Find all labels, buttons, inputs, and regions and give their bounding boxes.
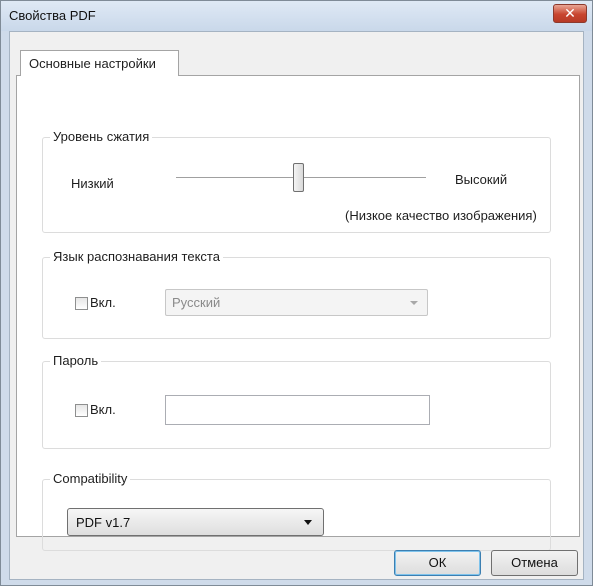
compression-slider-thumb[interactable] [293, 163, 304, 192]
ocr-enable-label[interactable]: Вкл. [90, 295, 116, 310]
compatibility-value: PDF v1.7 [76, 515, 131, 530]
password-enable-label[interactable]: Вкл. [90, 402, 116, 417]
ocr-language-group: Язык распознавания текста Вкл. Русский [42, 249, 551, 339]
dialog-client-area: Основные настройки Уровень сжатия Низкий… [9, 31, 584, 580]
chevron-down-icon [304, 520, 312, 525]
cancel-button[interactable]: Отмена [491, 550, 578, 576]
password-group: Пароль Вкл. [42, 353, 551, 449]
compression-group-label: Уровень сжатия [50, 129, 153, 144]
ok-button[interactable]: ОК [394, 550, 481, 576]
password-group-label: Пароль [50, 353, 102, 368]
pdf-properties-dialog: Свойства PDF ✕ Основные настройки Уровен… [0, 0, 593, 586]
compression-low-label: Низкий [71, 176, 114, 191]
ocr-language-select[interactable]: Русский [165, 289, 428, 316]
ocr-language-group-label: Язык распознавания текста [50, 249, 223, 264]
tab-panel: Уровень сжатия Низкий Высокий (Низкое ка… [16, 75, 580, 551]
compatibility-group-label: Compatibility [50, 471, 131, 486]
password-enable-checkbox[interactable] [75, 404, 88, 417]
compression-quality-note: (Низкое качество изображения) [345, 208, 537, 223]
ocr-enable-checkbox[interactable] [75, 297, 88, 310]
compatibility-select[interactable]: PDF v1.7 [67, 508, 324, 536]
compatibility-group: Compatibility PDF v1.7 [42, 471, 551, 551]
close-icon: ✕ [564, 5, 576, 21]
compression-high-label: Высокий [455, 172, 508, 187]
tab-basic-settings[interactable]: Основные настройки [20, 50, 179, 76]
window-title: Свойства PDF [9, 8, 96, 23]
compression-group: Уровень сжатия Низкий Высокий (Низкое ка… [42, 129, 551, 233]
tab-label: Основные настройки [29, 56, 156, 71]
title-bar[interactable]: Свойства PDF ✕ [1, 1, 592, 31]
password-input[interactable] [165, 395, 430, 425]
chevron-down-icon [410, 301, 418, 305]
close-button[interactable]: ✕ [553, 4, 587, 23]
ocr-language-value: Русский [172, 295, 221, 310]
